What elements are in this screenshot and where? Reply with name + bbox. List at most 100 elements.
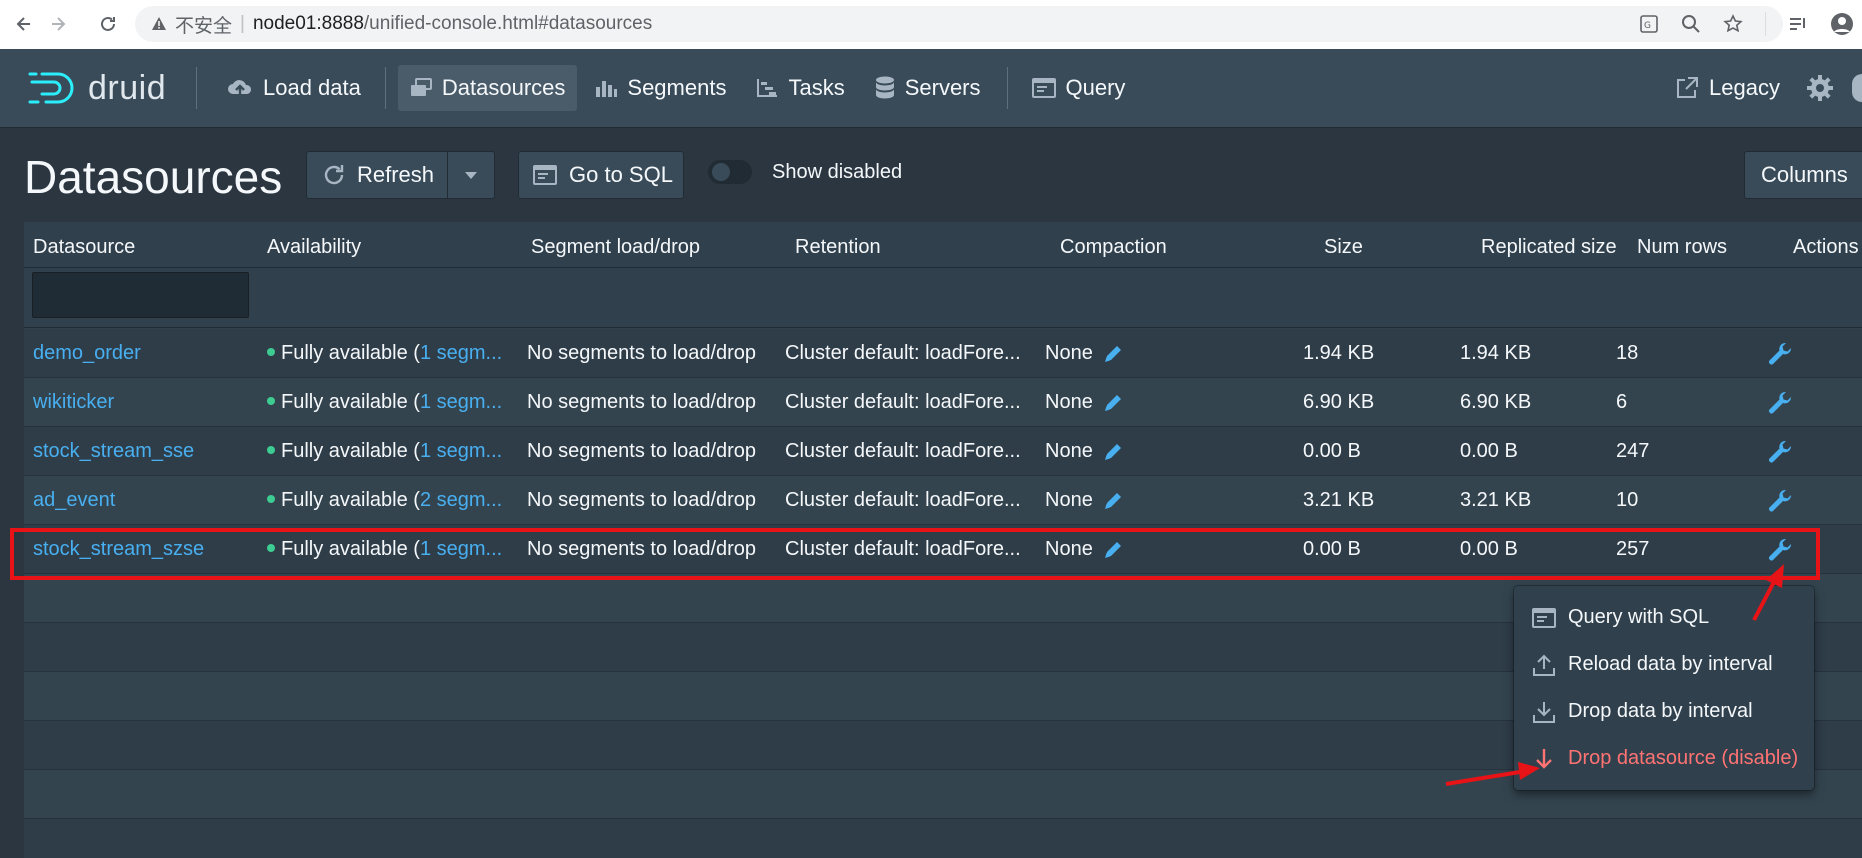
- column-header-retention[interactable]: Retention: [795, 236, 881, 259]
- segments-link[interactable]: 1 segm...: [420, 391, 502, 413]
- reload-icon[interactable]: [94, 10, 122, 38]
- nav-tasks-label: Tasks: [788, 75, 845, 100]
- table-row[interactable]: wikiticker Fully available (1 segm... No…: [24, 378, 1862, 427]
- menu-item-reload-data[interactable]: Reload data by interval: [1514, 641, 1814, 688]
- column-header-replicated-size[interactable]: Replicated size: [1481, 236, 1617, 259]
- datasource-link[interactable]: demo_order: [33, 342, 141, 365]
- url-path: /unified-console.html#datasources: [363, 13, 653, 34]
- compaction-cell: None: [1045, 342, 1124, 365]
- nav-divider: [196, 67, 197, 109]
- retention-cell: Cluster default: loadFore...: [785, 342, 1021, 364]
- retention-cell: Cluster default: loadFore...: [785, 391, 1021, 413]
- forward-icon[interactable]: [44, 10, 72, 38]
- table-row[interactable]: ad_event Fully available (2 segm... No s…: [24, 476, 1862, 525]
- star-icon[interactable]: [1723, 14, 1743, 34]
- go-to-sql-button[interactable]: Go to SQL: [518, 151, 684, 199]
- availability-cell: Fully available (1 segm...: [267, 440, 502, 463]
- size-cell: 1.94 KB: [1303, 342, 1375, 364]
- table-row[interactable]: stock_stream_sse Fully available (1 segm…: [24, 427, 1862, 476]
- gantt-chart-icon: [757, 79, 778, 97]
- size-cell: 0.00 B: [1303, 440, 1361, 462]
- status-dot: [267, 347, 275, 356]
- datasource-filter-input[interactable]: [32, 272, 249, 318]
- menu-item-label: Drop datasource (disable): [1568, 747, 1799, 769]
- menu-item-query-with-sql[interactable]: Query with SQL: [1514, 594, 1814, 641]
- table-row[interactable]: demo_order Fully available (1 segm... No…: [24, 329, 1862, 378]
- column-header-num-rows[interactable]: Num rows: [1637, 236, 1727, 259]
- upload-icon: [1533, 654, 1555, 676]
- num-rows-cell: 10: [1616, 489, 1639, 511]
- nav-servers-label: Servers: [904, 75, 981, 100]
- druid-logo[interactable]: druid: [28, 68, 178, 108]
- columns-button[interactable]: Columns: [1744, 151, 1862, 199]
- refresh-button[interactable]: Refresh: [306, 151, 448, 199]
- profile-icon[interactable]: [1830, 12, 1854, 36]
- menu-item-drop-datasource[interactable]: Drop datasource (disable): [1514, 735, 1814, 782]
- datasource-link[interactable]: wikiticker: [33, 391, 114, 414]
- settings-button[interactable]: [1798, 65, 1852, 111]
- replicated-size-cell: 3.21 KB: [1460, 489, 1532, 511]
- wrench-icon[interactable]: [1768, 390, 1794, 416]
- column-header-datasource[interactable]: Datasource: [33, 236, 135, 259]
- segments-link[interactable]: 1 segm...: [420, 538, 502, 560]
- translate-icon[interactable]: G: [1639, 14, 1659, 34]
- replicated-size-cell: 1.94 KB: [1460, 342, 1532, 364]
- edit-icon[interactable]: [1102, 539, 1124, 561]
- wrench-icon[interactable]: [1768, 439, 1794, 465]
- show-disabled-switch[interactable]: Show disabled: [708, 160, 902, 184]
- edit-icon[interactable]: [1102, 441, 1124, 463]
- toggle-track[interactable]: [708, 160, 752, 184]
- refresh-dropdown-button[interactable]: [447, 151, 495, 199]
- nav-legacy-label: Legacy: [1709, 75, 1780, 100]
- nav-query[interactable]: Query: [1020, 65, 1138, 111]
- zoom-icon[interactable]: [1681, 14, 1701, 34]
- svg-text:G: G: [1644, 21, 1651, 31]
- nav-segments[interactable]: Segments: [583, 65, 738, 111]
- address-bar[interactable]: 不安全 | node01:8888 /unified-console.html#…: [135, 6, 1783, 42]
- compaction-cell: None: [1045, 391, 1124, 414]
- datasource-link[interactable]: stock_stream_sse: [33, 440, 194, 463]
- edit-icon[interactable]: [1102, 343, 1124, 365]
- show-disabled-label: Show disabled: [772, 160, 903, 183]
- columns-label: Columns: [1761, 162, 1848, 187]
- datasource-link[interactable]: ad_event: [33, 489, 115, 512]
- load-drop-cell: No segments to load/drop: [527, 391, 757, 413]
- column-header-availability[interactable]: Availability: [267, 236, 361, 259]
- column-header-size[interactable]: Size: [1324, 236, 1363, 259]
- edit-icon[interactable]: [1102, 392, 1124, 414]
- menu-item-label: Reload data by interval: [1568, 653, 1773, 675]
- database-multi-icon: [410, 78, 432, 96]
- nav-legacy[interactable]: Legacy: [1663, 65, 1792, 111]
- wrench-icon[interactable]: [1768, 341, 1794, 367]
- load-drop-cell: No segments to load/drop: [527, 440, 757, 462]
- table-header: Datasource Availability Segment load/dro…: [24, 222, 1862, 268]
- nav-right-group: Legacy: [1663, 65, 1862, 111]
- wrench-icon[interactable]: [1768, 537, 1794, 563]
- nav-tasks[interactable]: Tasks: [744, 65, 856, 111]
- replicated-size-cell: 0.00 B: [1460, 538, 1518, 560]
- reading-list-icon[interactable]: [1788, 14, 1808, 34]
- nav-load-data[interactable]: Load data: [215, 65, 373, 111]
- edit-icon[interactable]: [1102, 490, 1124, 512]
- column-header-compaction[interactable]: Compaction: [1060, 236, 1167, 259]
- segments-link[interactable]: 1 segm...: [420, 342, 502, 364]
- size-cell: 3.21 KB: [1303, 489, 1375, 511]
- segments-link[interactable]: 2 segm...: [420, 489, 502, 511]
- column-header-segment-load-drop[interactable]: Segment load/drop: [531, 236, 700, 259]
- stacked-chart-icon: [596, 81, 618, 97]
- table-row[interactable]: stock_stream_szse Fully available (1 seg…: [24, 525, 1862, 574]
- logo-text: druid: [88, 68, 167, 107]
- datasource-link[interactable]: stock_stream_szse: [33, 538, 204, 561]
- availability-cell: Fully available (2 segm...: [267, 489, 502, 512]
- back-icon[interactable]: [10, 10, 38, 38]
- load-drop-cell: No segments to load/drop: [527, 538, 757, 560]
- menu-item-drop-data-by-interval[interactable]: Drop data by interval: [1514, 688, 1814, 735]
- database-icon: [875, 76, 894, 99]
- warning-icon: [152, 17, 166, 30]
- nav-servers[interactable]: Servers: [863, 65, 993, 111]
- help-icon[interactable]: [1852, 74, 1862, 102]
- wrench-icon[interactable]: [1768, 488, 1794, 514]
- segments-link[interactable]: 1 segm...: [420, 440, 502, 462]
- insecure-label: 不安全: [175, 15, 233, 37]
- nav-datasources[interactable]: Datasources: [397, 65, 578, 111]
